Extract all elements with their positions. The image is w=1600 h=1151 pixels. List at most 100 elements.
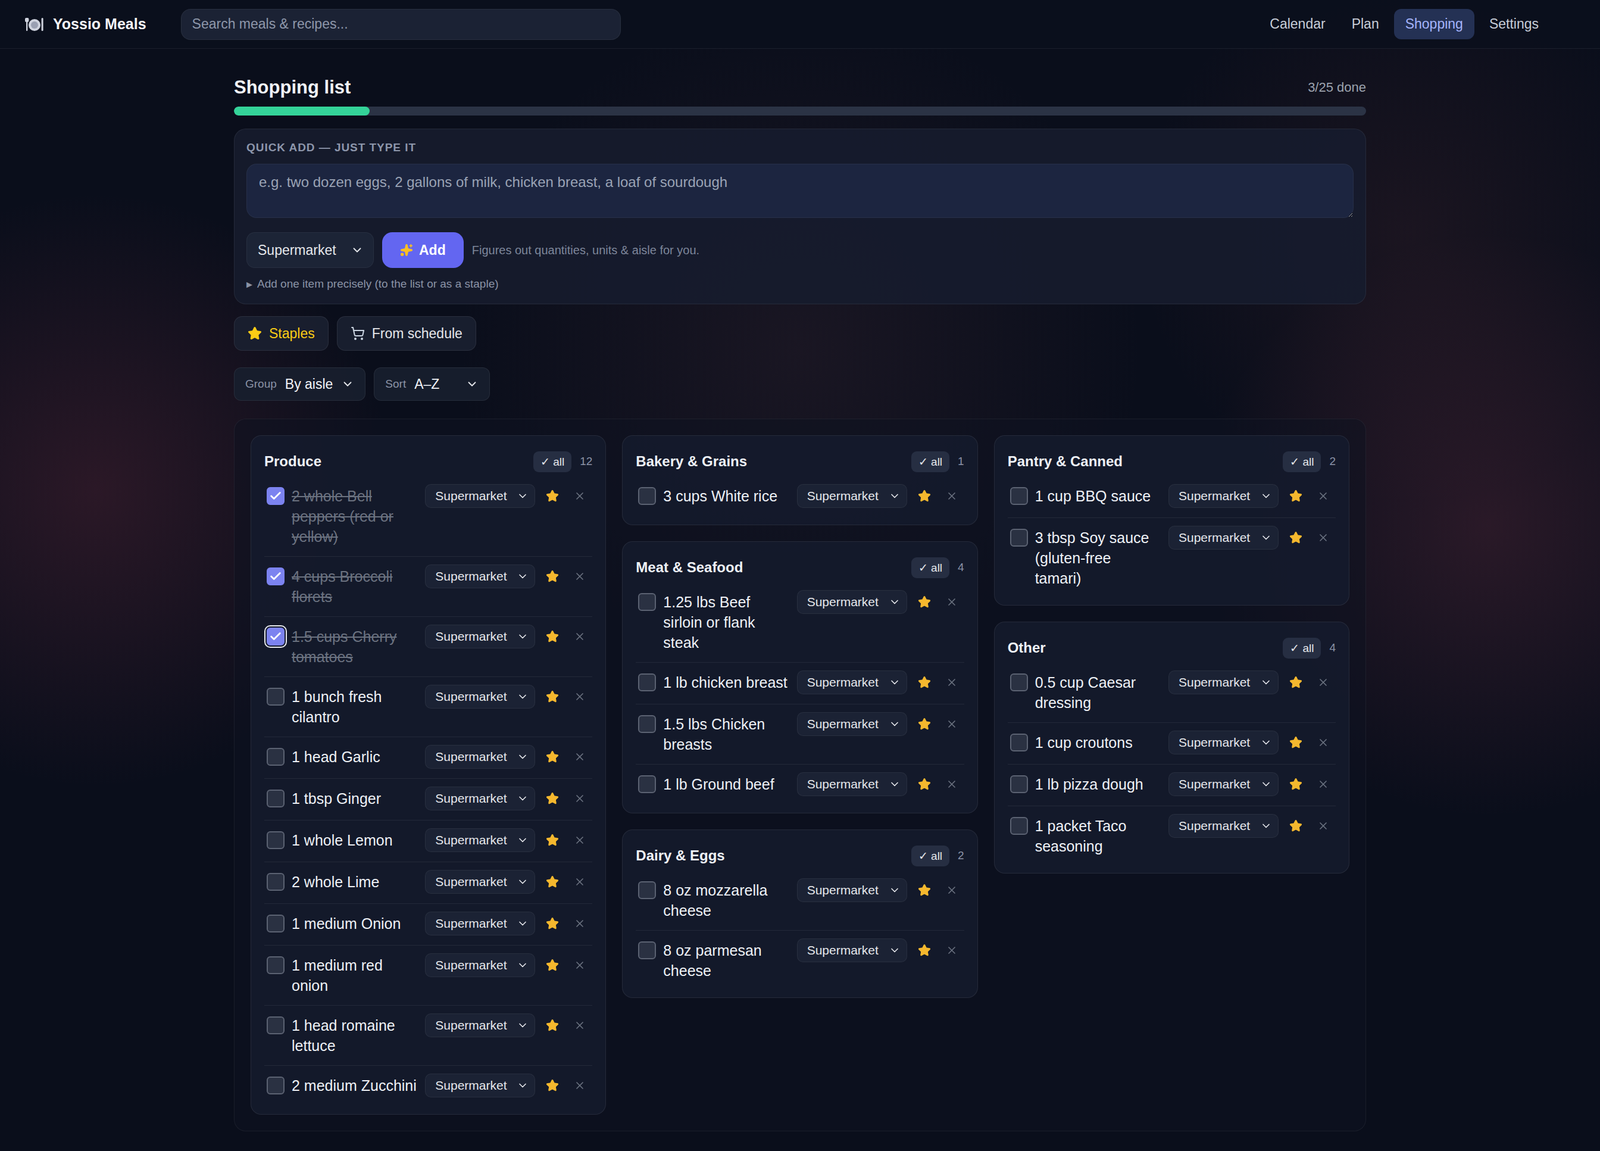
item-checkbox[interactable] — [266, 627, 285, 646]
store-select[interactable]: Supermarket — [425, 564, 536, 589]
remove-button[interactable] — [941, 879, 962, 900]
quick-add-input[interactable] — [246, 163, 1354, 218]
store-select[interactable]: Supermarket — [797, 877, 908, 902]
staple-button[interactable] — [914, 485, 935, 506]
action-button[interactable]: Staples — [233, 316, 329, 351]
item-checkbox[interactable] — [638, 775, 656, 793]
action-button[interactable]: From schedule — [336, 316, 477, 351]
store-select[interactable]: Supermarket — [425, 869, 536, 894]
item-checkbox[interactable] — [638, 673, 656, 692]
item-checkbox[interactable] — [1010, 486, 1028, 505]
item-checkbox[interactable] — [266, 747, 285, 766]
staple-button[interactable] — [1285, 485, 1306, 506]
remove-button[interactable] — [569, 566, 590, 587]
store-select[interactable]: Supermarket — [797, 711, 908, 736]
store-select[interactable]: Supermarket — [425, 952, 536, 977]
staple-button[interactable] — [914, 713, 935, 734]
staple-button[interactable] — [914, 591, 935, 612]
remove-button[interactable] — [1313, 732, 1334, 753]
store-select[interactable]: Supermarket — [425, 911, 536, 936]
store-select[interactable]: Supermarket — [425, 744, 536, 769]
store-select[interactable]: Supermarket — [425, 684, 536, 709]
staple-button[interactable] — [542, 829, 563, 850]
item-checkbox[interactable] — [266, 687, 285, 706]
remove-button[interactable] — [941, 773, 962, 795]
item-checkbox[interactable] — [638, 592, 656, 611]
store-select[interactable]: Supermarket — [797, 670, 908, 695]
staple-button[interactable] — [542, 1014, 563, 1036]
remove-button[interactable] — [569, 788, 590, 809]
store-select[interactable]: Supermarket — [425, 1013, 536, 1037]
remove-button[interactable] — [569, 1075, 590, 1096]
remove-button[interactable] — [1313, 672, 1334, 693]
item-checkbox[interactable] — [266, 1076, 285, 1095]
item-checkbox[interactable] — [638, 880, 656, 899]
remove-button[interactable] — [941, 713, 962, 734]
store-select[interactable]: Supermarket — [425, 1073, 536, 1098]
store-select[interactable]: Supermarket — [797, 772, 908, 796]
brand[interactable]: Yossio Meals — [24, 14, 147, 35]
remove-button[interactable] — [941, 591, 962, 612]
store-select[interactable]: Supermarket — [425, 786, 536, 811]
item-checkbox[interactable] — [1010, 775, 1028, 793]
staple-button[interactable] — [542, 1075, 563, 1096]
staple-button[interactable] — [914, 773, 935, 795]
remove-button[interactable] — [569, 686, 590, 707]
remove-button[interactable] — [569, 913, 590, 934]
check-all-button[interactable]: ✓ all — [911, 845, 950, 867]
item-checkbox[interactable] — [638, 941, 656, 959]
nav-link[interactable]: Calendar — [1258, 8, 1337, 40]
remove-button[interactable] — [569, 1014, 590, 1036]
item-checkbox[interactable] — [266, 567, 285, 586]
remove-button[interactable] — [1313, 527, 1334, 548]
check-all-button[interactable]: ✓ all — [911, 557, 950, 578]
staple-button[interactable] — [542, 913, 563, 934]
list-control[interactable]: GroupBy aisle — [233, 367, 366, 401]
staple-button[interactable] — [914, 879, 935, 900]
staple-button[interactable] — [542, 686, 563, 707]
check-all-button[interactable]: ✓ all — [911, 451, 950, 473]
store-select[interactable]: Supermarket — [1168, 525, 1279, 550]
staple-button[interactable] — [1285, 527, 1306, 548]
staple-button[interactable] — [542, 871, 563, 892]
precise-add-toggle[interactable]: ▶Add one item precisely (to the list or … — [246, 277, 1354, 291]
staple-button[interactable] — [542, 788, 563, 809]
remove-button[interactable] — [569, 954, 590, 975]
staple-button[interactable] — [914, 939, 935, 961]
store-select[interactable]: Supermarket — [425, 827, 536, 852]
item-checkbox[interactable] — [266, 789, 285, 808]
remove-button[interactable] — [1313, 485, 1334, 506]
add-button[interactable]: Add — [382, 232, 464, 268]
item-checkbox[interactable] — [638, 714, 656, 733]
remove-button[interactable] — [941, 485, 962, 506]
item-checkbox[interactable] — [1010, 816, 1028, 835]
nav-link[interactable]: Plan — [1340, 8, 1391, 40]
item-checkbox[interactable] — [266, 872, 285, 891]
item-checkbox[interactable] — [266, 914, 285, 933]
remove-button[interactable] — [569, 626, 590, 647]
store-select[interactable]: Supermarket — [1168, 483, 1279, 508]
staple-button[interactable] — [542, 626, 563, 647]
item-checkbox[interactable] — [1010, 673, 1028, 692]
staple-button[interactable] — [542, 954, 563, 975]
check-all-button[interactable]: ✓ all — [533, 451, 572, 473]
item-checkbox[interactable] — [266, 486, 285, 505]
store-select[interactable]: Supermarket — [797, 589, 908, 614]
list-control[interactable]: SortA–Z — [373, 367, 490, 401]
remove-button[interactable] — [941, 672, 962, 693]
remove-button[interactable] — [1313, 815, 1334, 836]
remove-button[interactable] — [569, 871, 590, 892]
store-select[interactable]: Supermarket — [1168, 772, 1279, 796]
store-select[interactable]: Supermarket — [425, 483, 536, 508]
staple-button[interactable] — [542, 566, 563, 587]
nav-link[interactable]: Settings — [1477, 8, 1550, 40]
store-select[interactable]: Supermarket — [797, 483, 908, 508]
check-all-button[interactable]: ✓ all — [1282, 637, 1321, 659]
remove-button[interactable] — [941, 939, 962, 961]
staple-button[interactable] — [542, 746, 563, 767]
store-select[interactable]: Supermarket — [1168, 730, 1279, 755]
remove-button[interactable] — [569, 829, 590, 850]
remove-button[interactable] — [569, 485, 590, 506]
remove-button[interactable] — [1313, 773, 1334, 795]
item-checkbox[interactable] — [1010, 528, 1028, 547]
